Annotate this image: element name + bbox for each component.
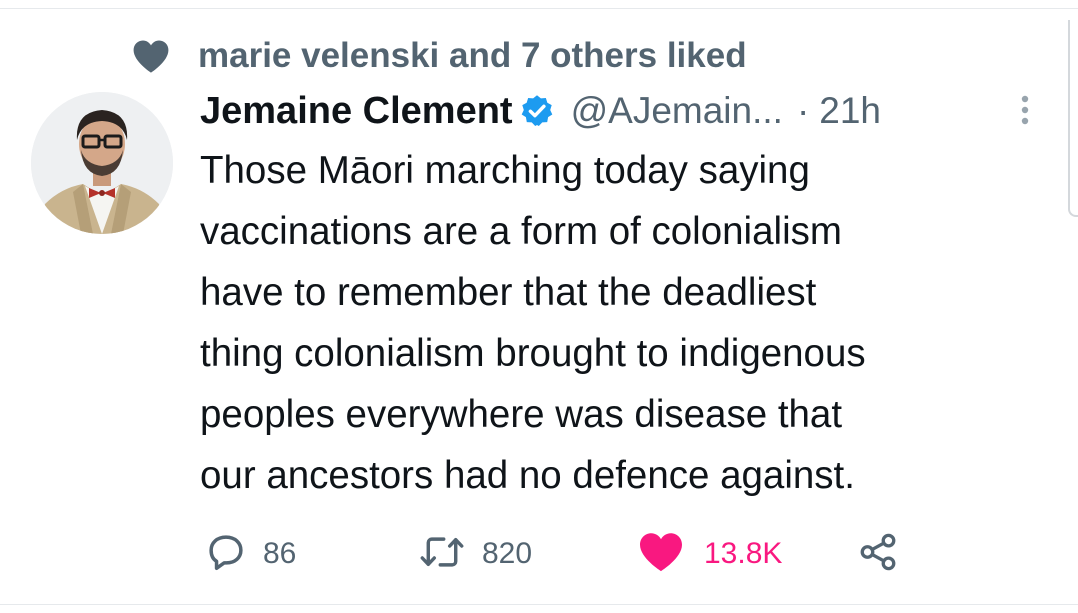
reply-icon bbox=[205, 531, 247, 578]
reply-button[interactable]: 86 bbox=[205, 526, 296, 582]
like-button[interactable]: 13.8K bbox=[638, 526, 782, 582]
retweet-button[interactable]: 820 bbox=[418, 526, 532, 582]
tweet-text-line: Those Māori marching today saying bbox=[200, 149, 810, 192]
retweet-count: 820 bbox=[482, 537, 533, 570]
tweet-card[interactable]: marie velenski and 7 others liked Jemain… bbox=[0, 0, 1078, 613]
reply-count: 86 bbox=[263, 537, 297, 570]
tweet-text-line: vaccinations are a form of colonialism bbox=[200, 210, 842, 253]
user-handle[interactable]: @AJemain... bbox=[571, 90, 783, 132]
share-icon bbox=[857, 531, 899, 578]
top-divider bbox=[0, 8, 1078, 9]
more-vertical-icon[interactable] bbox=[1010, 90, 1040, 130]
social-context: marie velenski and 7 others liked bbox=[130, 34, 747, 78]
scrollbar-edge bbox=[1068, 20, 1078, 217]
separator-dot: · bbox=[796, 90, 810, 131]
like-count: 13.8K bbox=[704, 537, 783, 570]
liked-by-text[interactable]: marie velenski and 7 others liked bbox=[198, 36, 747, 76]
heart-icon bbox=[130, 35, 172, 77]
tweet-text: Those Māori marching today saying vaccin… bbox=[200, 140, 1060, 506]
tweet-text-line: peoples everywhere was disease that bbox=[200, 393, 843, 436]
tweet-header: Jemaine Clement @AJemain... · 21h bbox=[200, 84, 1040, 138]
display-name[interactable]: Jemaine Clement bbox=[200, 90, 513, 133]
action-bar: 86 820 13.8K bbox=[200, 526, 960, 582]
tweet-text-line: our ancestors had no defence against. bbox=[200, 454, 855, 497]
timestamp[interactable]: 21h bbox=[819, 90, 881, 132]
retweet-icon bbox=[418, 531, 466, 578]
share-button[interactable] bbox=[857, 526, 899, 582]
avatar[interactable] bbox=[31, 92, 173, 234]
heart-filled-icon bbox=[638, 531, 684, 578]
verified-badge-icon bbox=[519, 92, 557, 130]
tweet-text-line: thing colonialism brought to indigenous bbox=[200, 332, 866, 375]
tweet-text-line: have to remember that the deadliest bbox=[200, 271, 817, 314]
bottom-divider bbox=[0, 604, 1078, 605]
